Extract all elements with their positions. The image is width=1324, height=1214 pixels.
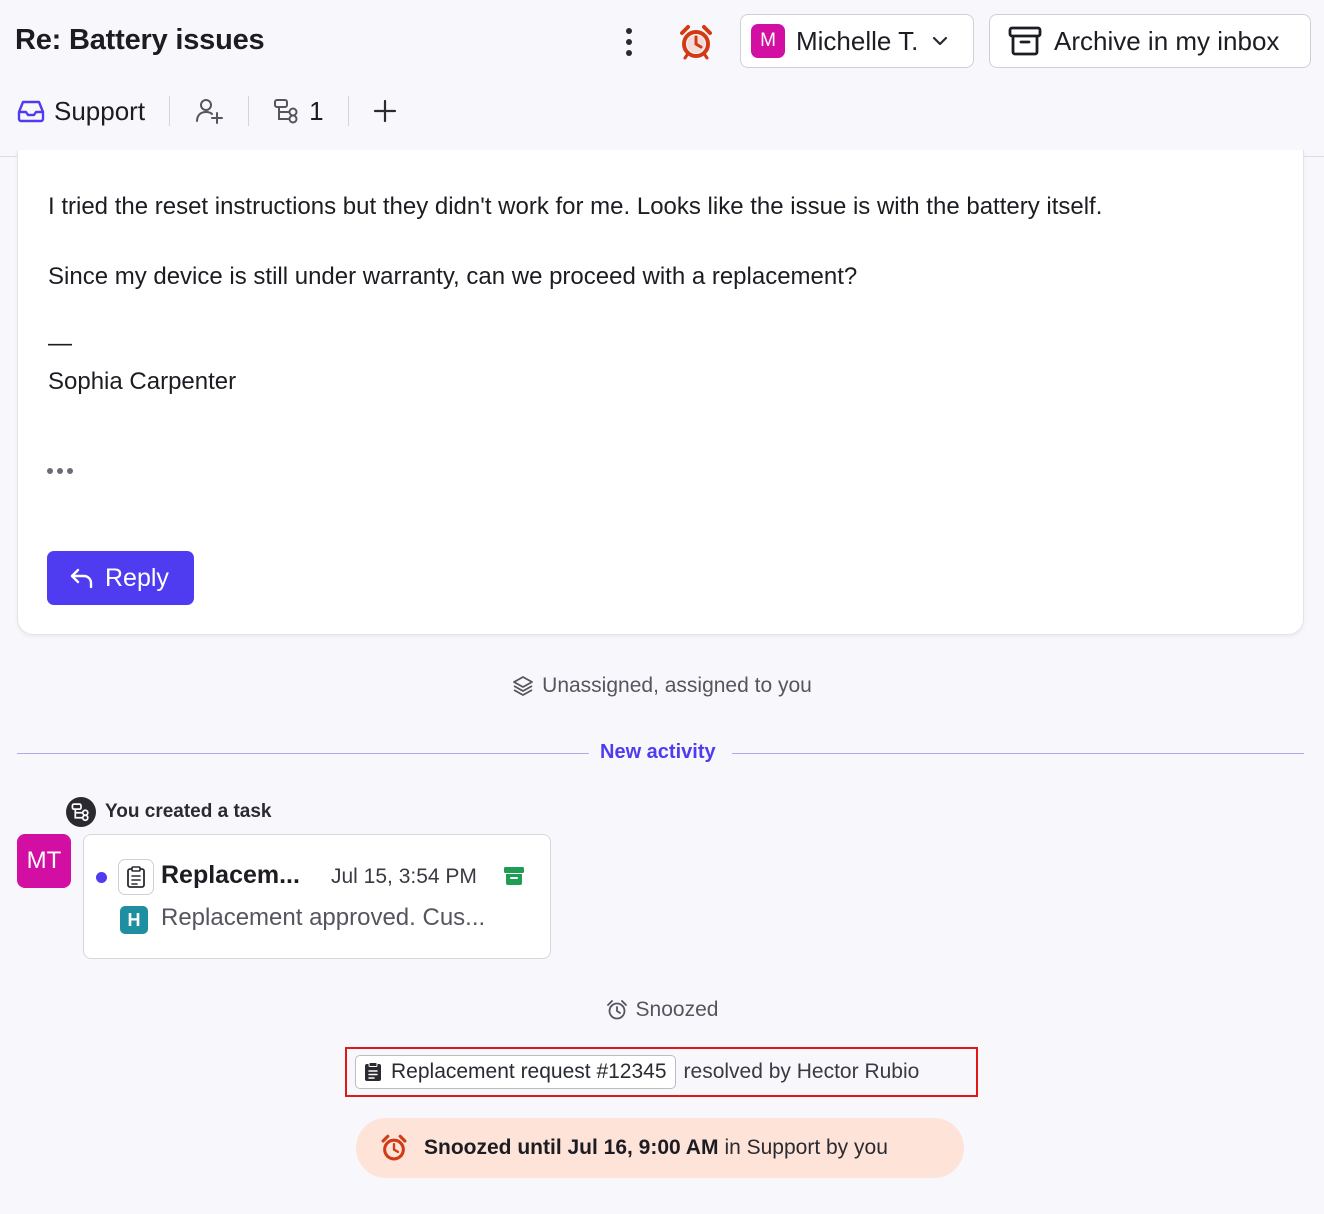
plus-icon: [373, 99, 396, 123]
avatar: MT: [17, 834, 71, 888]
unread-dot: [96, 872, 107, 883]
assignee-name: Michelle T.: [796, 25, 919, 56]
snooze-button[interactable]: [676, 22, 716, 62]
task-date: Jul 15, 3:54 PM: [331, 865, 477, 888]
assignee-avatar: M: [751, 24, 785, 58]
reply-arrow-icon: [69, 566, 95, 590]
tasks-button[interactable]: 1: [273, 95, 324, 127]
assignment-event: Unassigned, assigned to you: [0, 674, 1324, 698]
message-paragraph: Since my device is still under warranty,…: [48, 263, 858, 290]
show-quoted-button[interactable]: [47, 468, 73, 474]
resolved-text: resolved by Hector Rubio: [683, 1060, 920, 1083]
add-participant-button[interactable]: [194, 97, 224, 125]
add-user-icon: [196, 99, 224, 124]
conversation-toolbar: Support 1: [16, 88, 397, 134]
task-count: 1: [309, 95, 324, 126]
snoozed-event: Snoozed: [0, 998, 1324, 1022]
signature-dash: —: [48, 330, 72, 357]
author-avatar: H: [120, 906, 148, 934]
reply-label: Reply: [105, 563, 169, 592]
toolbar-divider: [248, 96, 250, 126]
archive-button[interactable]: Archive in my inbox: [989, 14, 1311, 68]
message-paragraph: I tried the reset instructions but they …: [48, 193, 1103, 220]
conversation-header: Re: Battery issues M Michelle T. Archive…: [0, 0, 1324, 157]
signature-name: Sophia Carpenter: [48, 368, 237, 395]
toolbar-divider: [347, 96, 349, 126]
add-button[interactable]: [373, 99, 397, 123]
archive-label: Archive in my inbox: [1054, 25, 1280, 56]
assignment-text: Unassigned, assigned to you: [542, 674, 812, 697]
snooze-banner: Snoozed until Jul 16, 9:00 AM in Support…: [356, 1118, 964, 1178]
layers-icon: [512, 675, 534, 697]
created-text: You created a task: [105, 801, 272, 822]
task-resolved-event: Replacement request #12345 resolved by H…: [345, 1047, 978, 1097]
clipboard-icon: [118, 859, 154, 895]
snooze-context-text: in Support by you: [724, 1136, 888, 1159]
inbox-tag[interactable]: Support: [16, 96, 145, 127]
task-branch-icon: [66, 797, 96, 827]
alarm-clock-icon: [606, 999, 628, 1021]
kebab-icon: [626, 28, 632, 56]
more-options-button[interactable]: [614, 22, 644, 62]
alarm-clock-icon: [380, 1134, 408, 1162]
archive-icon: [1008, 25, 1042, 57]
chevron-down-icon: [930, 31, 950, 51]
snoozed-text: Snoozed: [635, 998, 719, 1021]
task-branch-icon: [274, 99, 298, 124]
inbox-icon: [17, 100, 45, 123]
new-activity-label: New activity: [600, 741, 716, 763]
new-activity-divider: [732, 753, 1304, 754]
task-card[interactable]: Replacem... Jul 15, 3:54 PM H Replacemen…: [83, 834, 551, 959]
task-title: Replacem...: [161, 861, 300, 889]
assignee-dropdown[interactable]: M Michelle T.: [740, 14, 974, 68]
task-preview: Replacement approved. Cus...: [161, 904, 486, 931]
task-created-event: You created a task: [66, 797, 272, 827]
conversation-title: Re: Battery issues: [15, 24, 265, 56]
archive-icon: [503, 865, 525, 887]
snooze-until-text: Snoozed until Jul 16, 9:00 AM: [424, 1136, 719, 1159]
reply-button[interactable]: Reply: [47, 551, 194, 605]
toolbar-divider: [169, 96, 171, 126]
message-card: I tried the reset instructions but they …: [17, 150, 1304, 635]
new-activity-divider: [17, 753, 589, 754]
clipboard-icon: [364, 1062, 382, 1082]
task-chip-label: Replacement request #12345: [391, 1060, 667, 1083]
task-chip[interactable]: Replacement request #12345: [355, 1055, 676, 1089]
alarm-clock-icon: [680, 25, 712, 60]
inbox-label: Support: [54, 95, 146, 126]
